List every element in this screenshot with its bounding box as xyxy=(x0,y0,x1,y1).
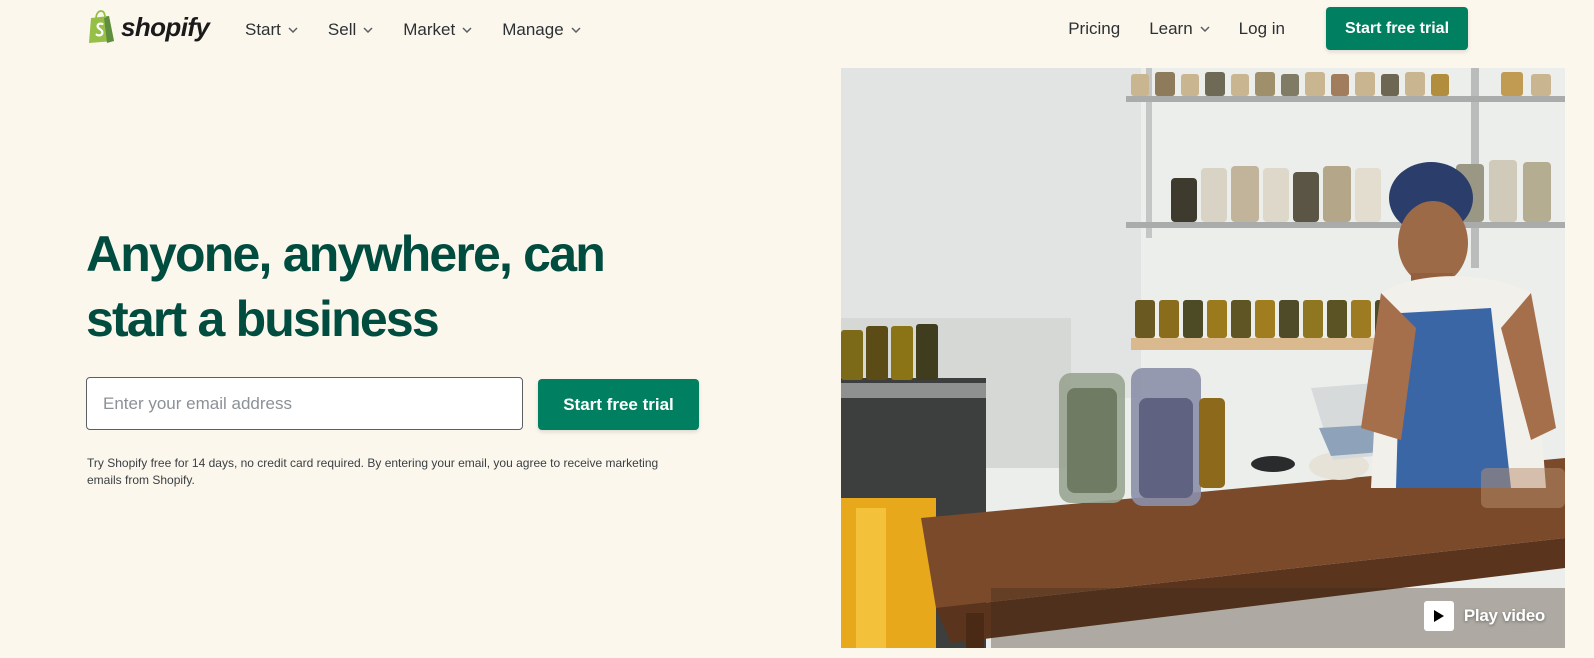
nav-sell-label: Sell xyxy=(327,20,357,39)
header-start-trial-button[interactable]: Start free trial xyxy=(1326,7,1468,50)
chevron-down-icon xyxy=(1200,25,1210,32)
shopify-bag-icon xyxy=(89,10,114,43)
chevron-down-icon xyxy=(288,27,298,33)
disclaimer-line-2: emails from Shopify. xyxy=(87,473,195,487)
secondary-nav: Pricing Learn Log in Start free trial xyxy=(1068,7,1468,50)
hero-photo-illustration xyxy=(841,68,1565,648)
nav-market[interactable]: Market xyxy=(403,18,472,42)
nav-manage-label: Manage xyxy=(502,20,564,39)
shopify-logo[interactable]: shopify xyxy=(87,10,210,44)
primary-nav: Start Sell Market Manage xyxy=(245,18,611,42)
chevron-down-icon xyxy=(363,27,373,33)
nav-pricing[interactable]: Pricing xyxy=(1068,17,1120,41)
hero-headline-line-1: Anyone, anywhere, can xyxy=(86,226,606,282)
hero-start-trial-button[interactable]: Start free trial xyxy=(538,379,699,430)
hero-headline: Anyone, anywhere, can start a business xyxy=(86,222,706,352)
nav-start-label: Start xyxy=(245,20,281,39)
play-video-label: Play video xyxy=(1463,606,1545,625)
hero-photo: Play video xyxy=(841,68,1565,648)
nav-sell[interactable]: Sell xyxy=(328,18,373,42)
play-triangle-icon xyxy=(1433,610,1444,622)
nav-learn[interactable]: Learn xyxy=(1149,17,1210,41)
chevron-down-icon xyxy=(462,27,472,33)
trial-disclaimer: Try Shopify free for 14 days, no credit … xyxy=(87,455,687,489)
nav-learn-label: Learn xyxy=(1149,18,1193,38)
nav-manage[interactable]: Manage xyxy=(502,18,581,42)
email-input[interactable] xyxy=(86,377,523,430)
disclaimer-line-1: Try Shopify free for 14 days, no credit … xyxy=(87,456,659,470)
play-icon xyxy=(1423,601,1454,631)
nav-start[interactable]: Start xyxy=(245,18,298,42)
chevron-down-icon xyxy=(571,27,581,33)
site-header: shopify Start Sell Market Manage Pricing… xyxy=(0,0,1594,60)
hero-headline-line-2: start a business xyxy=(86,291,440,347)
nav-login[interactable]: Log in xyxy=(1239,17,1285,41)
nav-market-label: Market xyxy=(403,20,456,39)
play-video-button[interactable]: Play video xyxy=(1423,601,1545,631)
brand-wordmark: shopify xyxy=(121,12,210,42)
